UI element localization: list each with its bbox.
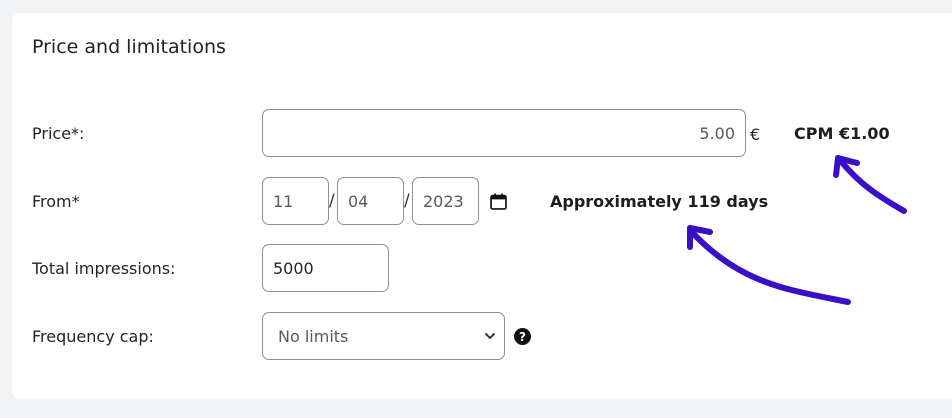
arrow-to-duration: [687, 225, 851, 305]
arrow-to-cpm: [833, 155, 907, 214]
annotation-arrows: [687, 155, 907, 305]
